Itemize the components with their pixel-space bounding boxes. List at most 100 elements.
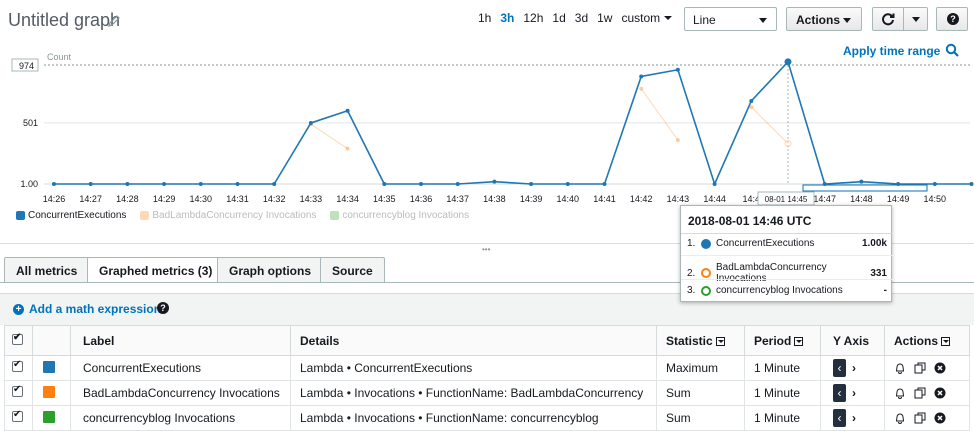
chevron-down-icon: [843, 18, 851, 23]
range-1w[interactable]: 1w: [597, 11, 612, 25]
legend-item-bad-lambda[interactable]: BadLambdaConcurrency Invocations: [140, 210, 316, 221]
graph-title[interactable]: Untitled graph: [8, 10, 120, 31]
duplicate-icon[interactable]: [914, 412, 926, 424]
table-row: BadLambdaConcurrency Invocations Lambda …: [4, 380, 970, 406]
chevron-down-icon: [759, 18, 767, 23]
metric-period[interactable]: 1 Minute: [744, 380, 821, 406]
dropdown-icon[interactable]: [794, 336, 804, 346]
bell-icon[interactable]: [894, 412, 906, 424]
select-all-checkbox-cell[interactable]: [4, 325, 33, 356]
legend-item-concurrent-executions[interactable]: ConcurrentExecutions: [16, 210, 126, 221]
metric-statistic[interactable]: Maximum: [656, 355, 745, 381]
data-point: [712, 182, 717, 186]
details-column-header[interactable]: Details: [290, 325, 657, 356]
actions-cell: [884, 405, 970, 431]
refresh-button[interactable]: [872, 7, 928, 31]
remove-icon[interactable]: [934, 412, 946, 424]
tab-source[interactable]: Source: [320, 257, 385, 282]
help-button[interactable]: ?: [936, 7, 968, 31]
range-3h[interactable]: 3h: [500, 11, 514, 25]
chevron-left-icon[interactable]: ‹: [833, 384, 846, 402]
range-3d[interactable]: 3d: [575, 11, 588, 25]
dropdown-icon[interactable]: [715, 336, 725, 346]
color-swatch[interactable]: [43, 385, 55, 398]
metric-period[interactable]: 1 Minute: [744, 355, 821, 381]
color-column-header: [32, 325, 71, 356]
row-checkbox[interactable]: [12, 384, 23, 397]
yaxis-cell: ‹ ›: [820, 380, 885, 406]
table-row: concurrencyblog Invocations Lambda • Inv…: [4, 405, 970, 431]
row-checkbox[interactable]: [12, 409, 23, 422]
tooltip-divider: [681, 233, 893, 234]
data-point: [896, 182, 901, 186]
range-12h[interactable]: 12h: [523, 11, 543, 25]
bell-icon[interactable]: [894, 362, 906, 374]
tab-all-metrics[interactable]: All metrics: [4, 257, 90, 282]
range-1d[interactable]: 1d: [552, 11, 565, 25]
color-cell[interactable]: [32, 355, 71, 381]
data-point: [675, 67, 680, 72]
tab-graph-options[interactable]: Graph options: [217, 257, 323, 282]
row-checkbox[interactable]: [12, 359, 23, 372]
tab-graphed-metrics[interactable]: Graphed metrics (3): [87, 257, 225, 283]
metric-period[interactable]: 1 Minute: [744, 405, 821, 431]
color-cell[interactable]: [32, 405, 71, 431]
dropdown-icon[interactable]: [941, 336, 951, 346]
color-swatch[interactable]: [43, 410, 55, 423]
metric-label[interactable]: concurrencyblog Invocations: [70, 405, 291, 431]
chevron-right-icon[interactable]: ›: [852, 386, 856, 400]
metric-statistic[interactable]: Sum: [656, 405, 745, 431]
remove-icon[interactable]: [934, 387, 946, 399]
chart-tooltip: 2018-08-01 14:46 UTC 1. ConcurrentExecut…: [680, 205, 893, 302]
duplicate-icon[interactable]: [914, 362, 926, 374]
metric-statistic[interactable]: Sum: [656, 380, 745, 406]
chevron-right-icon[interactable]: ›: [852, 361, 856, 375]
graph-type-select[interactable]: Line: [684, 7, 777, 31]
chevron-left-icon[interactable]: ‹: [833, 359, 846, 377]
color-swatch[interactable]: [43, 360, 55, 373]
duplicate-icon[interactable]: [914, 387, 926, 399]
pencil-icon[interactable]: [107, 14, 121, 28]
range-1h[interactable]: 1h: [478, 11, 491, 25]
actions-button[interactable]: Actions: [786, 7, 862, 31]
yaxis-cell: ‹ ›: [820, 405, 885, 431]
data-point: [419, 182, 423, 186]
help-icon: ?: [947, 13, 959, 25]
zoom-selection-box: [802, 184, 928, 192]
x-tick-label: 14:39: [520, 194, 543, 204]
legend-swatch: [140, 211, 150, 220]
period-column-header[interactable]: Period: [744, 325, 821, 356]
color-cell[interactable]: [32, 380, 71, 406]
data-point: [125, 182, 130, 186]
bell-icon[interactable]: [894, 387, 906, 399]
select-all-checkbox[interactable]: [12, 332, 23, 345]
statistic-column-header[interactable]: Statistic: [656, 325, 745, 356]
actions-column-header[interactable]: Actions: [884, 325, 970, 356]
x-tick-label: 14:32: [263, 194, 286, 204]
data-point: [308, 120, 313, 125]
tooltip-row: 1. ConcurrentExecutions 1.00k: [687, 238, 887, 249]
legend-swatch: [330, 211, 340, 220]
yaxis-column-header: Y Axis: [820, 325, 885, 356]
data-point: [675, 138, 680, 143]
chevron-down-icon[interactable]: [912, 17, 920, 22]
metric-label[interactable]: BadLambdaConcurrency Invocations: [70, 380, 291, 406]
chevron-right-icon[interactable]: ›: [852, 411, 856, 425]
chevron-left-icon[interactable]: ‹: [833, 409, 846, 427]
help-icon[interactable]: ?: [157, 302, 169, 314]
range-custom[interactable]: custom: [621, 11, 681, 25]
add-math-expression-link[interactable]: + Add a math expression: [13, 302, 161, 316]
legend-item-concurrencyblog[interactable]: concurrencyblog Invocations: [330, 210, 469, 221]
x-tick-label: 14:35: [373, 194, 396, 204]
x-tick-label: 14:42: [630, 194, 653, 204]
metric-label[interactable]: ConcurrentExecutions: [70, 355, 291, 381]
metrics-chart[interactable]: Count 974 1.00 501 14:26 14:27 14:28 14:29 14:30…: [0, 50, 974, 210]
remove-icon[interactable]: [934, 362, 946, 374]
row-checkbox-cell[interactable]: [4, 355, 33, 381]
label-column-header[interactable]: Label: [70, 325, 291, 356]
row-checkbox-cell[interactable]: [4, 405, 33, 431]
data-point: [455, 182, 460, 186]
data-point: [639, 74, 644, 79]
resize-handle[interactable]: •••: [482, 245, 490, 254]
row-checkbox-cell[interactable]: [4, 380, 33, 406]
